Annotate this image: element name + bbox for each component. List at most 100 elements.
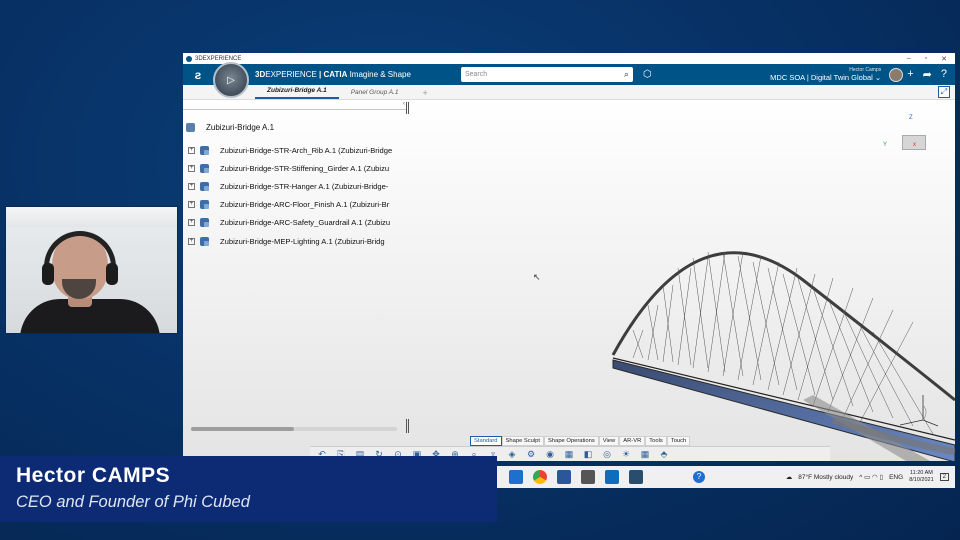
notification-icon[interactable]: 2 [939, 473, 949, 481]
cube-icon[interactable]: ◈ [506, 448, 518, 460]
bridge-model[interactable] [603, 190, 955, 461]
presenter-name: Hector CAMPS [16, 464, 171, 487]
settings-icon[interactable]: ⚙ [525, 448, 537, 460]
tab-shape-operations[interactable]: Shape Operations [544, 436, 599, 446]
expand-node-icon[interactable]: + [188, 201, 195, 209]
action-bar-tabs: Standard Shape Sculpt Shape Operations V… [470, 436, 691, 446]
headset-ear-right [106, 263, 118, 285]
tree-list: + Zubizuri-Bridge-STR-Arch_Rib A.1 (Zubi… [188, 141, 406, 250]
mail-app-icon[interactable] [509, 470, 523, 484]
tab-view[interactable]: View [598, 436, 620, 446]
tab-panel-group[interactable]: Panel Group A.1 [339, 89, 411, 99]
tree-item-label: Zubizuri-Bridge-STR-Hanger A.1 (Zubizuri… [220, 181, 389, 191]
language-indicator[interactable]: ENG [889, 474, 903, 481]
user-info[interactable]: Hector Camps MDC SOA | Digital Twin Glob… [770, 67, 885, 82]
tree-item[interactable]: + Zubizuri-Bridge-STR-Hanger A.1 (Zubizu… [188, 177, 406, 195]
tab-shape-sculpt[interactable]: Shape Sculpt [501, 436, 545, 446]
specification-tree: ‹ Zubizuri-Bridge A.1 + Zubizuri-Bridge-… [183, 100, 409, 440]
compass-play-icon[interactable]: ▷ [227, 75, 235, 86]
brand-prefix: 3D [255, 70, 266, 79]
tree-header: ‹ [183, 100, 407, 110]
calculator-app-icon[interactable] [581, 470, 595, 484]
sphere-icon[interactable]: ◉ [544, 448, 556, 460]
close-button[interactable]: ✕ [941, 55, 947, 63]
chrome-app-icon[interactable] [533, 470, 547, 484]
tree-item[interactable]: + Zubizuri-Bridge-MEP-Lighting A.1 (Zubi… [188, 232, 406, 250]
tag-icon[interactable]: ⬡ [643, 69, 652, 80]
brand-app: | CATIA [316, 70, 348, 79]
word-app-icon[interactable] [557, 470, 571, 484]
render-icon[interactable]: ▦ [563, 448, 575, 460]
3dexperience-app-icon[interactable] [629, 470, 643, 484]
tab-touch[interactable]: Touch [666, 436, 691, 446]
headset-ear-left [42, 263, 54, 285]
tab-zubizuri-bridge[interactable]: Zubizuri-Bridge A.1 [255, 87, 339, 99]
3d-viewport[interactable]: ‹ Zubizuri-Bridge A.1 + Zubizuri-Bridge-… [183, 100, 955, 461]
tree-item[interactable]: + Zubizuri-Bridge-ARC-Floor_Finish A.1 (… [188, 196, 406, 214]
window-controls: – ▫ ✕ [907, 55, 955, 63]
part-icon [200, 200, 209, 210]
camera-icon[interactable]: ◎ [601, 448, 613, 460]
window-titlebar: 3DEXPERIENCE – ▫ ✕ [183, 53, 955, 64]
export-icon[interactable]: ⬘ [658, 448, 670, 460]
expand-node-icon[interactable]: + [188, 219, 195, 227]
tree-splitter-bottom[interactable] [406, 419, 409, 433]
outlook-app-icon[interactable] [605, 470, 619, 484]
help-icon[interactable]: ? [941, 68, 947, 81]
tree-root[interactable]: Zubizuri-Bridge A.1 [186, 123, 274, 132]
brand-experience: EXPERIENCE [265, 70, 317, 79]
expand-node-icon[interactable]: + [188, 164, 195, 172]
axis-x-label: x [913, 142, 916, 148]
clock-date: 8/10/2021 [909, 477, 934, 483]
brand-suffix: Imagine & Shape [347, 70, 411, 79]
avatar[interactable] [889, 67, 904, 82]
lighting-icon[interactable]: ☀ [620, 448, 632, 460]
axis-y-label: Y [883, 142, 888, 148]
search-placeholder: Search [464, 71, 488, 78]
maximize-button[interactable]: ▫ [925, 55, 927, 63]
expand-node-icon[interactable]: + [188, 146, 195, 154]
collab-space-selector[interactable]: MDC SOA | Digital Twin Global ⌄ [770, 73, 881, 82]
part-icon [200, 218, 209, 228]
tree-item-label: Zubizuri-Bridge-ARC-Floor_Finish A.1 (Zu… [220, 200, 390, 210]
tab-standard[interactable]: Standard [470, 436, 502, 446]
tree-scrollbar[interactable] [191, 427, 397, 431]
expand-node-icon[interactable]: + [188, 237, 195, 245]
new-tab-button[interactable]: + [411, 88, 440, 99]
grid-icon[interactable]: ▦ [639, 448, 651, 460]
tree-scrollbar-thumb[interactable] [191, 427, 294, 431]
product-icon [186, 123, 195, 132]
tree-item[interactable]: + Zubizuri-Bridge-STR-Arch_Rib A.1 (Zubi… [188, 141, 406, 159]
view-mode-icon[interactable]: ◧ [582, 448, 594, 460]
tree-splitter-top[interactable] [406, 102, 409, 114]
view-compass-icon[interactable]: Z Y x [883, 115, 933, 165]
minimize-button[interactable]: – [907, 55, 911, 63]
compass-icon[interactable]: ▷ [213, 62, 249, 98]
share-icon[interactable]: ➦ [923, 68, 932, 81]
tab-tools[interactable]: Tools [645, 436, 667, 446]
search-icon[interactable]: ⌕ [624, 69, 629, 80]
clock[interactable]: 11:20 AM 8/10/2021 [909, 470, 933, 484]
add-icon[interactable]: + [907, 68, 913, 81]
tree-item[interactable]: + Zubizuri-Bridge-ARC-Safety_Guardrail A… [188, 214, 406, 232]
weather-text[interactable]: 87°F Mostly cloudy [798, 474, 853, 481]
tree-item[interactable]: + Zubizuri-Bridge-STR-Stiffening_Girder … [188, 159, 406, 177]
part-icon [200, 236, 209, 246]
tray-overflow-icons[interactable]: ^ ▭ ◠ ▯ [859, 473, 883, 481]
app-brand: 3DEXPERIENCE | CATIA Imagine & Shape [255, 70, 411, 79]
help-tray-icon[interactable]: ? [693, 471, 705, 483]
expand-icon[interactable]: ⤢ [938, 86, 950, 98]
system-tray: ☁ 87°F Mostly cloudy ^ ▭ ◠ ▯ ENG 11:20 A… [786, 470, 955, 484]
app-small-logo-icon [186, 55, 192, 62]
clock-time: 11:20 AM [910, 470, 933, 476]
collapse-tree-icon[interactable]: ‹ [403, 101, 405, 107]
part-icon [200, 145, 209, 155]
presenter-title: CEO and Founder of Phi Cubed [16, 493, 250, 511]
search-input[interactable]: Search ⌕ [460, 67, 633, 82]
ds-logo-icon[interactable]: ƨ [183, 68, 213, 82]
expand-node-icon[interactable]: + [188, 182, 195, 190]
tab-ar-vr[interactable]: AR-VR [619, 436, 646, 446]
catia-window: 3DEXPERIENCE – ▫ ✕ ƨ ▷ 3DEXPERIENCE | CA… [183, 53, 955, 461]
tree-item-label: Zubizuri-Bridge-STR-Stiffening_Girder A.… [220, 163, 390, 173]
top-icons: + ➦ ? [907, 68, 955, 81]
